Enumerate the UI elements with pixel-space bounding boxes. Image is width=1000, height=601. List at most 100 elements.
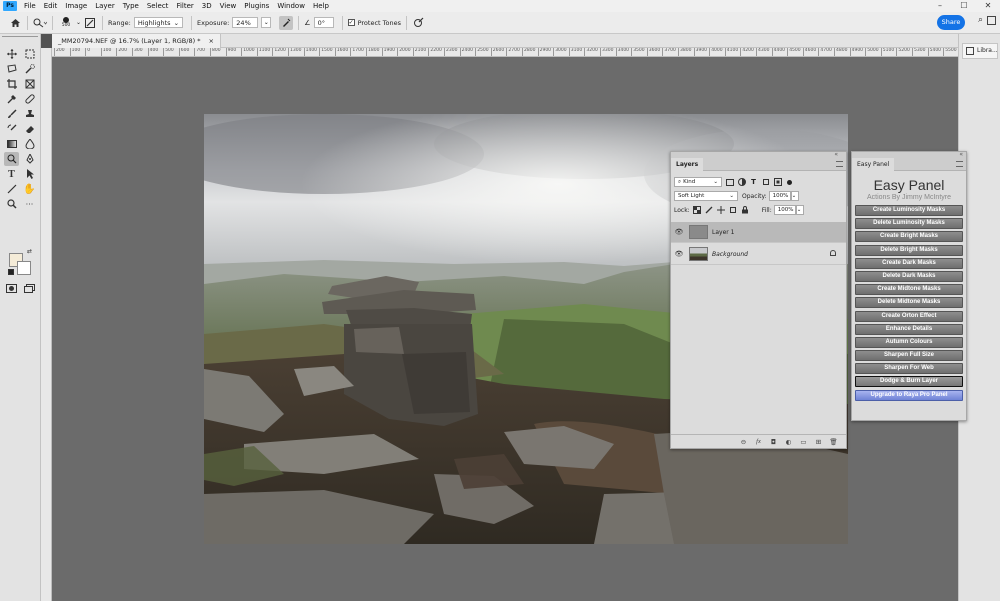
upgrade-raya-pro-button[interactable]: Upgrade to Raya Pro Panel	[855, 389, 963, 401]
menu-file[interactable]: File	[20, 0, 40, 12]
protect-tones-checkbox[interactable]: ✓	[347, 19, 355, 26]
fill-input[interactable]: 100%	[773, 205, 796, 215]
type-tool[interactable]: T	[4, 167, 19, 181]
new-layer-icon[interactable]: ⊞	[814, 438, 823, 446]
minimize-button[interactable]: –	[928, 0, 952, 12]
range-select[interactable]: Highlights ⌄	[133, 17, 184, 28]
create-dark-masks-button[interactable]: Create Dark Masks	[855, 257, 963, 269]
airbrush-button[interactable]	[279, 15, 294, 30]
autumn-colours-button[interactable]: Autumn Colours	[855, 336, 963, 348]
menu-type[interactable]: Type	[119, 0, 143, 12]
fx-icon[interactable]: fx	[754, 438, 763, 445]
menu-layer[interactable]: Layer	[91, 0, 119, 12]
collapse-icon[interactable]: «	[834, 151, 838, 158]
brush-tool[interactable]	[4, 107, 19, 121]
screen-mode-button[interactable]	[22, 281, 37, 295]
dodge-tool[interactable]	[4, 152, 19, 166]
menu-select[interactable]: Select	[143, 0, 173, 12]
zoom-tool[interactable]	[4, 197, 19, 211]
lock-transparency-icon[interactable]	[693, 206, 702, 215]
new-group-icon[interactable]: ▭	[799, 438, 808, 446]
eyedropper-tool[interactable]	[4, 92, 19, 106]
delete-luminosity-masks-button[interactable]: Delete Luminosity Masks	[855, 218, 963, 230]
panel-menu-icon[interactable]	[956, 161, 963, 167]
layer-row-background[interactable]: 👁 Background	[671, 244, 846, 265]
brush-settings-button[interactable]	[83, 16, 97, 30]
filter-type-icon[interactable]: T	[749, 178, 758, 187]
lock-pixels-icon[interactable]	[705, 206, 714, 215]
eraser-tool[interactable]	[22, 122, 37, 136]
exposure-dropdown[interactable]: ⌄	[261, 17, 272, 28]
panel-menu-icon[interactable]	[836, 161, 843, 167]
dodge-burn-layer-button[interactable]: Dodge & Burn Layer	[855, 376, 963, 388]
menu-help[interactable]: Help	[309, 0, 333, 12]
history-brush-tool[interactable]	[4, 122, 19, 136]
opacity-input[interactable]: 100%	[768, 191, 791, 201]
create-luminosity-masks-button[interactable]: Create Luminosity Masks	[855, 205, 963, 216]
delete-midtone-masks-button[interactable]: Delete Midtone Masks	[855, 297, 963, 309]
gradient-tool[interactable]	[4, 137, 19, 151]
eye-icon[interactable]: 👁	[671, 250, 687, 258]
trash-icon[interactable]: 🗑	[829, 438, 838, 446]
blend-mode-select[interactable]: Soft Light ⌄	[674, 191, 738, 201]
filter-toggle-icon[interactable]	[785, 178, 794, 187]
sharpen-for-web-button[interactable]: Sharpen For Web	[855, 363, 963, 375]
background-color-swatch[interactable]	[17, 261, 31, 275]
menu-plugins[interactable]: Plugins	[240, 0, 273, 12]
more-tools-button[interactable]: ···	[22, 197, 37, 211]
menu-filter[interactable]: Filter	[172, 0, 197, 12]
home-button[interactable]	[8, 16, 22, 30]
close-window-button[interactable]: ✕	[976, 0, 1000, 12]
opacity-dropdown[interactable]: ⌄	[790, 191, 799, 201]
enhance-details-button[interactable]: Enhance Details	[855, 323, 963, 335]
quick-select-tool[interactable]	[22, 62, 37, 76]
move-tool[interactable]	[4, 47, 19, 61]
healing-brush-tool[interactable]	[22, 92, 37, 106]
libraries-button[interactable]: Libra...	[962, 43, 998, 59]
filter-pixel-icon[interactable]	[725, 178, 734, 187]
create-orton-effect-button[interactable]: Create Orton Effect	[855, 310, 963, 322]
sharpen-full-size-button[interactable]: Sharpen Full Size	[855, 350, 963, 362]
link-layers-icon[interactable]: ⊖	[739, 438, 748, 446]
layer-row-layer-1[interactable]: 👁 Layer 1	[671, 222, 846, 243]
tab-layers[interactable]: Layers	[671, 158, 704, 171]
filter-shape-icon[interactable]	[761, 178, 770, 187]
brush-preset-picker[interactable]: 500	[58, 16, 74, 30]
tool-preset-picker[interactable]	[33, 16, 47, 30]
create-midtone-masks-button[interactable]: Create Midtone Masks	[855, 284, 963, 296]
tab-easy-panel[interactable]: Easy Panel	[852, 158, 895, 171]
quick-mask-button[interactable]	[4, 281, 19, 295]
menu-view[interactable]: View	[216, 0, 241, 12]
menu-edit[interactable]: Edit	[40, 0, 62, 12]
frame-tool[interactable]	[22, 77, 37, 91]
pen-tool[interactable]	[22, 152, 37, 166]
default-colors-icon[interactable]	[8, 269, 14, 275]
lock-artboard-icon[interactable]	[729, 206, 738, 215]
line-tool[interactable]	[4, 182, 19, 196]
share-button[interactable]: Share	[937, 15, 965, 30]
filter-kind-select[interactable]: ⌕ Kind ⌄	[674, 177, 722, 187]
create-bright-masks-button[interactable]: Create Bright Masks	[855, 231, 963, 243]
crop-tool[interactable]	[4, 77, 19, 91]
marquee-tool[interactable]	[22, 47, 37, 61]
lasso-tool[interactable]	[4, 62, 19, 76]
lock-all-icon[interactable]	[741, 206, 750, 215]
filter-smart-object-icon[interactable]	[773, 178, 782, 187]
fill-dropdown[interactable]: ⌄	[795, 205, 804, 215]
exposure-input[interactable]: 24%	[232, 17, 259, 28]
menu-image[interactable]: Image	[61, 0, 91, 12]
path-selection-tool[interactable]	[22, 167, 37, 181]
lock-position-icon[interactable]	[717, 206, 726, 215]
delete-dark-masks-button[interactable]: Delete Dark Masks	[855, 270, 963, 282]
angle-input[interactable]: 0°	[313, 17, 334, 28]
swap-colors-icon[interactable]: ⇄	[27, 248, 32, 255]
menu-3d[interactable]: 3D	[198, 0, 216, 12]
filter-adjustment-icon[interactable]	[737, 178, 746, 187]
document-tab[interactable]: _MM20794.NEF @ 16.7% (Layer 1, RGB/8) * …	[52, 34, 221, 48]
search-icon[interactable]: ⌕	[978, 15, 983, 25]
delete-bright-masks-button[interactable]: Delete Bright Masks	[855, 244, 963, 256]
maximize-button[interactable]: ☐	[952, 0, 976, 12]
workspace-icon[interactable]	[987, 16, 996, 25]
hand-tool[interactable]: ✋	[22, 182, 37, 196]
menu-window[interactable]: Window	[273, 0, 309, 12]
